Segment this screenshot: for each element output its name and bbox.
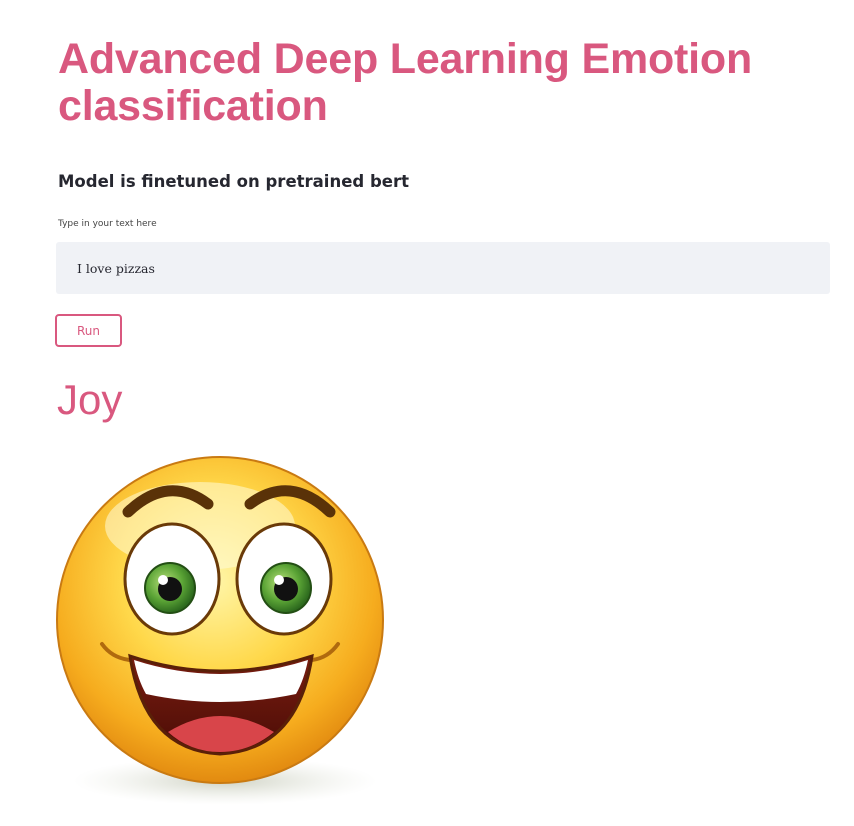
predicted-emotion: Joy (57, 376, 123, 423)
app-page: Advanced Deep Learning Emotion classific… (0, 0, 854, 826)
smiling-face-emoji-icon (56, 456, 384, 805)
text-input[interactable] (56, 242, 830, 294)
model-description: Model is finetuned on pretrained bert (58, 172, 409, 191)
run-button[interactable]: Run (55, 314, 122, 347)
page-title: Advanced Deep Learning Emotion classific… (58, 35, 753, 130)
text-input-label: Type in your text here (58, 219, 157, 229)
